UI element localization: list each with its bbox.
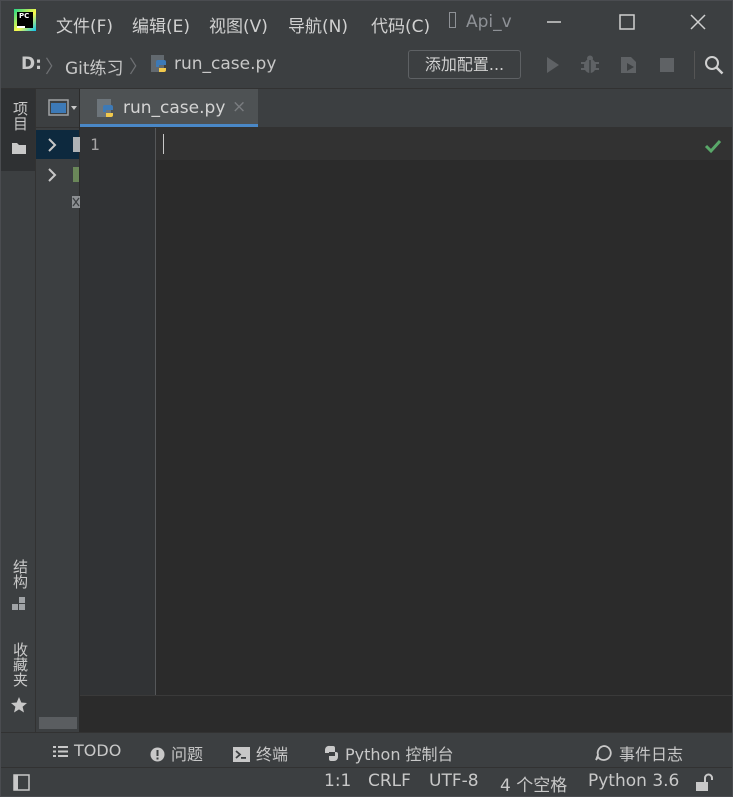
caret-position[interactable]: 1:1 — [324, 771, 351, 791]
menu-code[interactable]: 代码(C) — [371, 12, 430, 37]
terminal-label: 终端 — [256, 745, 289, 764]
left-tool-stripe: 项目 结构 收藏夹 — [1, 89, 36, 732]
chevron-right-icon[interactable] — [47, 168, 57, 182]
tab-close-icon[interactable]: × — [232, 97, 246, 117]
text-caret — [163, 134, 164, 154]
ide-window: PC 文件(F) 编辑(E) 视图(V) 导航(N) 代码(C) Api_v D… — [0, 0, 733, 797]
list-icon — [53, 746, 68, 757]
caret-row-highlight — [156, 128, 732, 160]
editor-gutter: 1 — [80, 128, 156, 695]
problems-icon — [150, 747, 165, 762]
python-icon — [324, 745, 338, 761]
project-title-text: Api_v — [466, 12, 512, 32]
terminal-icon — [233, 747, 250, 762]
tree-row[interactable] — [36, 130, 81, 159]
file-encoding[interactable]: UTF-8 — [429, 771, 479, 791]
add-configuration-button[interactable]: 添加配置... — [408, 50, 521, 79]
unlocked-icon[interactable] — [694, 773, 714, 793]
python-console-label: Python 控制台 — [345, 745, 454, 764]
tree-row[interactable] — [36, 161, 79, 189]
todo-label: TODO — [74, 741, 122, 760]
title-bar: PC 文件(F) 编辑(E) 视图(V) 导航(N) 代码(C) Api_v — [1, 1, 732, 43]
editor-tab-run-case[interactable]: run_case.py × — [80, 89, 258, 127]
terminal-tool-button[interactable]: 终端 — [233, 741, 288, 765]
editor-tab-label: run_case.py — [123, 98, 226, 118]
horizontal-scrollbar[interactable] — [39, 717, 77, 729]
structure-tab-label: 结构 — [11, 559, 29, 589]
active-tab-indicator — [80, 124, 258, 127]
line-number: 1 — [90, 135, 100, 154]
event-log-label: 事件日志 — [619, 745, 684, 764]
project-title: Api_v — [449, 12, 512, 32]
menu-navigate[interactable]: 导航(N) — [288, 12, 348, 37]
breadcrumb-separator-icon: 〉 — [129, 57, 147, 78]
menu-file[interactable]: 文件(F) — [56, 12, 113, 37]
python-console-tool-button[interactable]: Python 控制台 — [322, 741, 454, 765]
project-panel — [36, 89, 81, 732]
stop-icon[interactable] — [656, 54, 678, 76]
library-icon — [73, 167, 79, 182]
bottom-tool-stripe: TODO 问题 终端 Python 控制台 事件日志 — [1, 732, 732, 768]
project-panel-header — [36, 89, 79, 128]
pycharm-logo-icon[interactable]: PC — [14, 9, 36, 31]
python-file-icon — [151, 55, 166, 72]
editor-tab-bar: run_case.py × — [80, 89, 732, 128]
breadcrumb-separator-icon: 〉 — [45, 57, 63, 78]
minimize-icon[interactable] — [541, 9, 567, 35]
breadcrumb-folder[interactable]: Git练习 — [65, 54, 124, 79]
structure-icon — [12, 597, 25, 610]
breadcrumb-file[interactable]: run_case.py — [174, 54, 276, 74]
tree-row[interactable] — [36, 191, 80, 215]
chevron-right-icon[interactable] — [47, 138, 57, 152]
breadcrumb-drive[interactable]: D: — [21, 54, 42, 74]
editor-bottom-area — [80, 695, 732, 733]
favorites-tool-tab[interactable]: 收藏夹 — [1, 634, 35, 719]
structure-tool-tab[interactable]: 结构 — [1, 551, 35, 621]
code-editor[interactable] — [156, 128, 732, 695]
line-separator[interactable]: CRLF — [368, 771, 411, 791]
event-log-icon — [595, 745, 612, 761]
navigation-bar: D: 〉 Git练习 〉 run_case.py 添加配置... — [1, 43, 732, 89]
document-icon — [449, 12, 456, 28]
problems-label: 问题 — [171, 745, 204, 764]
debug-icon[interactable] — [579, 54, 601, 76]
project-tab-label: 项目 — [11, 101, 29, 131]
star-icon — [11, 697, 27, 713]
maximize-icon[interactable] — [614, 9, 640, 35]
coverage-icon[interactable] — [618, 54, 640, 76]
search-icon[interactable] — [703, 54, 725, 76]
scratches-icon — [72, 196, 80, 208]
project-tool-tab[interactable]: 项目 — [1, 89, 35, 171]
inspection-ok-check-icon[interactable] — [703, 136, 723, 156]
indent-setting[interactable]: 4 个空格 — [500, 771, 567, 796]
menu-edit[interactable]: 编辑(E) — [132, 12, 190, 37]
python-interpreter[interactable]: Python 3.6 — [588, 771, 679, 791]
run-icon[interactable] — [541, 54, 563, 76]
folder-icon — [12, 143, 26, 154]
todo-tool-button[interactable]: TODO — [53, 741, 121, 760]
python-file-icon — [97, 99, 113, 117]
favorites-tab-label: 收藏夹 — [11, 642, 29, 687]
status-bar: 1:1 CRLF UTF-8 4 个空格 Python 3.6 — [1, 767, 732, 796]
event-log-tool-button[interactable]: 事件日志 — [595, 741, 683, 765]
problems-tool-button[interactable]: 问题 — [150, 741, 203, 765]
toggle-tool-windows-icon[interactable] — [13, 774, 30, 791]
menu-view[interactable]: 视图(V) — [209, 12, 268, 37]
project-view-selector-icon[interactable] — [48, 99, 78, 117]
close-icon[interactable] — [685, 9, 711, 35]
